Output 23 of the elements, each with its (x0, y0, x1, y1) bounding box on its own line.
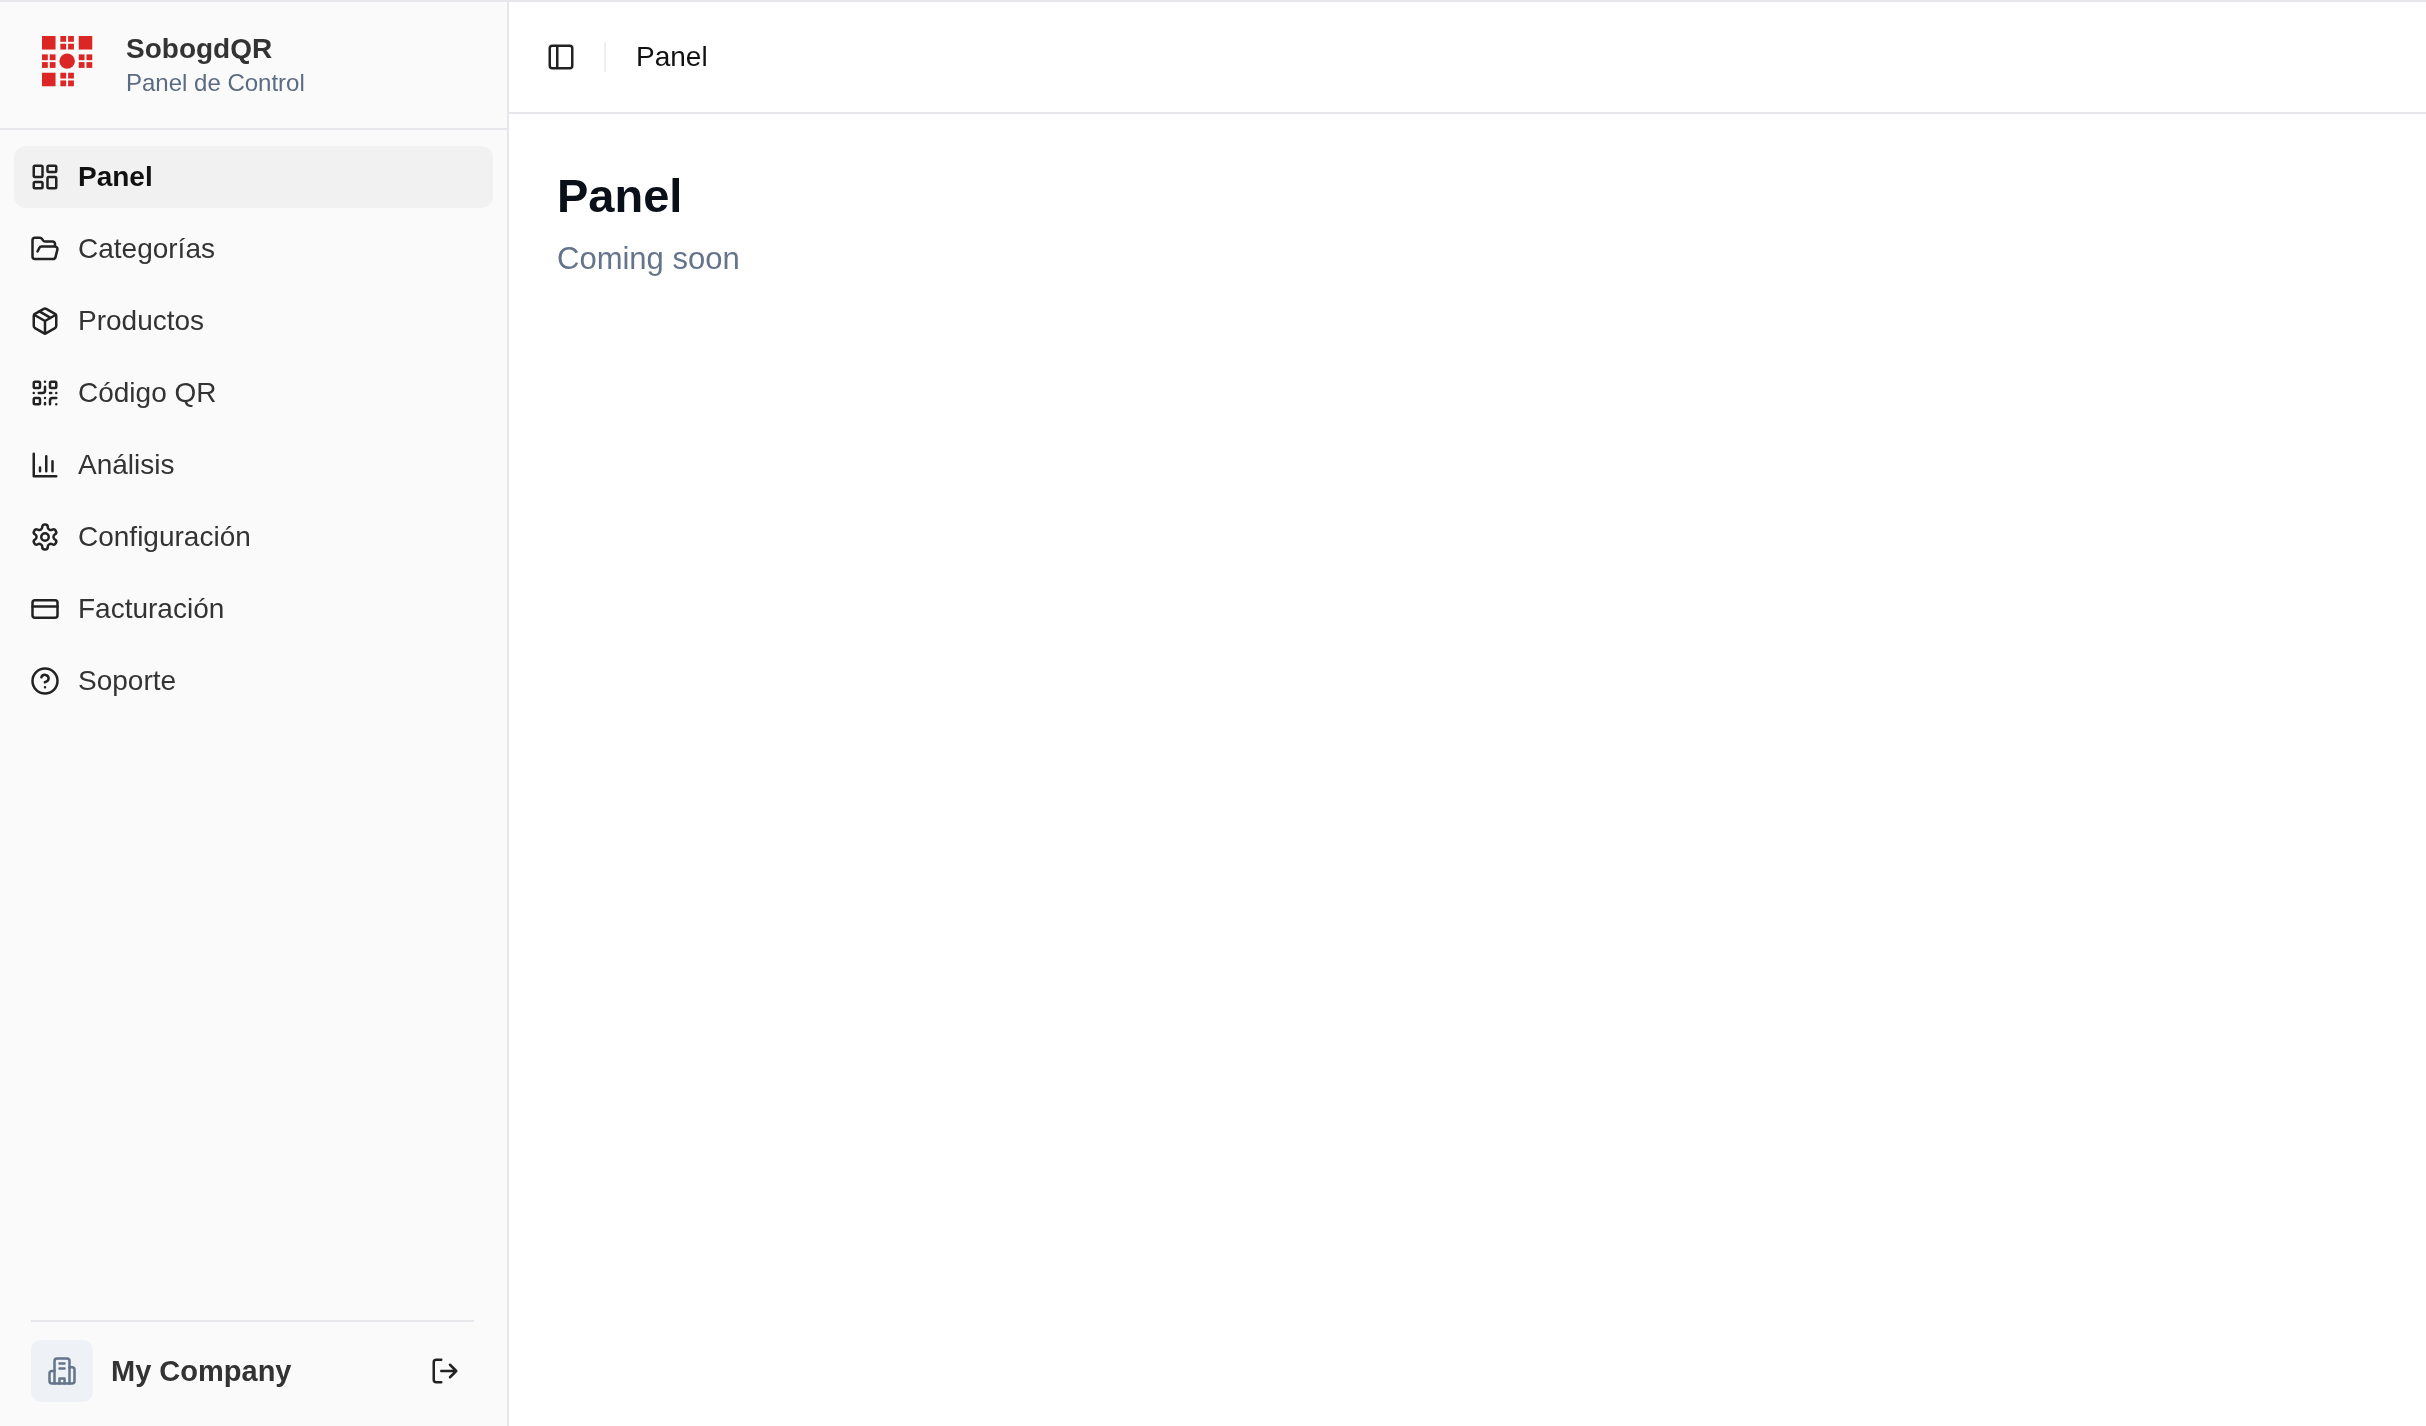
box-icon (30, 306, 60, 336)
sidebar-toggle-icon[interactable] (546, 42, 576, 72)
page-title: Panel (557, 168, 684, 223)
sidebar-item[interactable]: Panel (14, 146, 493, 208)
settings-icon (30, 522, 60, 552)
bar-chart-icon (30, 450, 60, 480)
sidebar-item[interactable]: Facturación (14, 578, 493, 640)
sidebar-item[interactable]: Soporte (14, 650, 493, 712)
company-name: My Company (111, 1354, 293, 1388)
dashboard-icon (30, 162, 60, 192)
sidebar-item[interactable]: Código QR (14, 362, 493, 424)
sidebar-item[interactable]: Categorías (14, 218, 493, 280)
breadcrumb: Panel (636, 41, 708, 73)
company-avatar (31, 1340, 93, 1402)
brand-subtitle: Panel de Control (126, 69, 305, 97)
sidebar-item[interactable]: Productos (14, 290, 493, 352)
sidebar-item[interactable]: Análisis (14, 434, 493, 496)
sidebar-item[interactable]: Configuración (14, 506, 493, 568)
brand-name: SobogdQR (126, 33, 274, 65)
logout-icon[interactable] (430, 1356, 460, 1386)
help-icon (30, 666, 60, 696)
qr-code-icon (30, 378, 60, 408)
page-subtitle: Coming soon (557, 241, 741, 277)
